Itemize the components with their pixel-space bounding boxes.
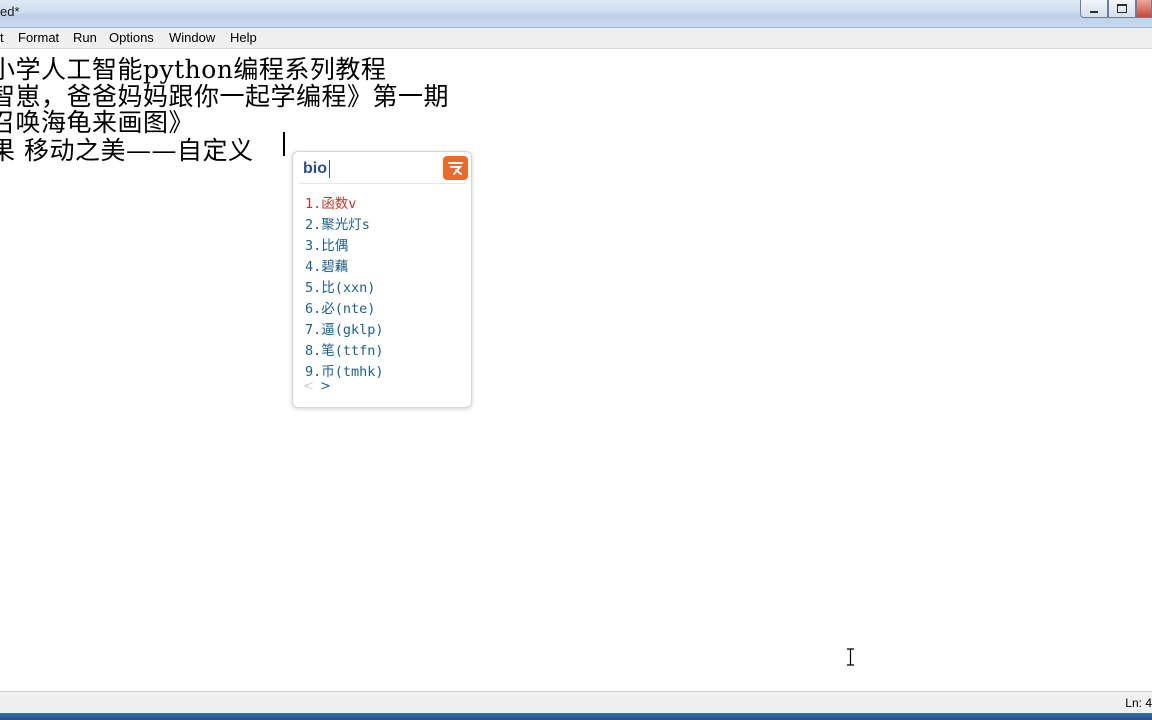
editor-line-3: 召唤海龟来画图》 <box>0 108 195 137</box>
ime-composition-cursor <box>329 160 330 178</box>
menu-edit[interactable]: t <box>0 30 4 45</box>
window-title: ed* <box>0 4 20 19</box>
ime-candidate-window: bio 1.函数v 2.聚光灯s 3.比偶 4.碧藕 5.比(xxn) 6.必(nte) 7… <box>292 151 472 408</box>
ime-candidate-9[interactable]: 9.币(tmhk) <box>305 360 384 380</box>
ime-candidate-6[interactable]: 6.必(nte) <box>305 297 375 317</box>
menu-format[interactable]: Format <box>18 30 59 45</box>
editor-line-1: 小学人工智能python编程系列教程 <box>0 55 387 84</box>
ime-logo-icon[interactable] <box>443 156 468 180</box>
text-editor[interactable]: 小学人工智能python编程系列教程 智崽，爸爸妈妈跟你一起学编程》第一期 召唤… <box>0 49 1152 691</box>
ime-candidate-3[interactable]: 3.比偶 <box>305 234 348 254</box>
ime-candidate-8[interactable]: 8.笔(ttfn) <box>305 339 384 359</box>
page-prev-icon[interactable]: < <box>303 379 314 394</box>
menu-help[interactable]: Help <box>230 30 257 45</box>
maximize-button[interactable] <box>1108 0 1136 18</box>
menu-options[interactable]: Options <box>109 30 154 45</box>
taskbar-strip <box>0 713 1152 720</box>
menu-run[interactable]: Run <box>73 30 97 45</box>
ime-separator <box>299 183 465 184</box>
ime-candidate-2[interactable]: 2.聚光灯s <box>305 213 370 233</box>
ime-candidate-7[interactable]: 7.逼(gklp) <box>305 318 384 338</box>
ime-pager: < > <box>303 379 331 394</box>
editor-line-4: 果 移动之美——自定义 <box>0 136 254 165</box>
text-caret <box>283 132 285 156</box>
ime-candidate-4[interactable]: 4.碧藕 <box>305 255 348 275</box>
menu-window[interactable]: Window <box>169 30 215 45</box>
minimize-button[interactable] <box>1080 0 1108 18</box>
ime-candidate-5[interactable]: 5.比(xxn) <box>305 276 375 296</box>
page-next-icon[interactable]: > <box>320 379 331 394</box>
window-controls <box>1080 0 1152 19</box>
ime-composition: bio <box>303 160 327 177</box>
maximize-icon <box>1117 4 1127 13</box>
status-bar: Ln: 4 <box>0 691 1152 714</box>
line-position: Ln: 4 <box>1125 696 1152 710</box>
menu-bar: t Format Run Options Window Help <box>0 28 1152 49</box>
close-button[interactable] <box>1136 0 1152 18</box>
ime-candidate-1[interactable]: 1.函数v <box>305 192 356 212</box>
title-bar: ed* <box>0 0 1152 28</box>
editor-line-2: 智崽，爸爸妈妈跟你一起学编程》第一期 <box>0 82 450 111</box>
minimize-icon <box>1090 10 1098 13</box>
text-cursor-icon <box>847 648 854 666</box>
